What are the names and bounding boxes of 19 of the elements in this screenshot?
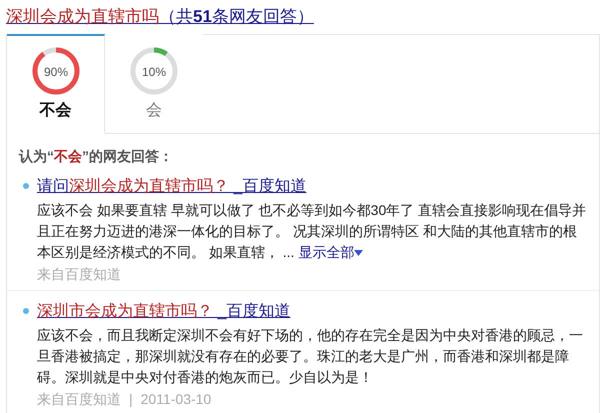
answer-text: 应该不会，而且我断定深圳不会有好下场的，他的存在完全是因为中央对香港的顾忌，一旦香港被搞定，那深圳就没有存在的必要了。珠江的老大是广州，而香港和深圳都是障碍。深圳就是中央对付香港的炮灰而已。少自以为是！	[37, 326, 584, 387]
tab-label: 不会	[40, 100, 72, 121]
caret-icon	[354, 250, 364, 256]
tab-label: 会	[146, 101, 162, 121]
progress-ring	[32, 48, 79, 94]
percent-label: 10%	[142, 65, 166, 79]
percent-label: 90%	[43, 65, 68, 79]
section-heading: 认为“不会”的网友回答：	[19, 148, 174, 166]
progress-ring	[130, 48, 178, 94]
vote-tab[interactable]: 10% 会	[105, 34, 203, 134]
vote-tab[interactable]: 90% 不会	[7, 34, 105, 134]
source-label: 来自百度知道	[37, 266, 121, 284]
date-label: 2011-03-10	[140, 391, 212, 409]
separator: |	[129, 391, 133, 409]
show-all-link[interactable]: 显示全部	[298, 244, 364, 260]
answer-text: 应该不会 如果要直辖 早就可以做了 也不必等到如今都30年了 直辖会直接影响现在倡导并且正在努力迈进的港深一体化的目标了。 况其深圳的所谓特区 和大陆的其他直辖市的根本区别是经济模式的不同。 如果直辖， ... 显示全部	[37, 201, 587, 262]
source-label: 来自百度知道	[37, 391, 121, 409]
bullet-icon	[23, 308, 29, 314]
bullet-icon	[23, 183, 29, 189]
